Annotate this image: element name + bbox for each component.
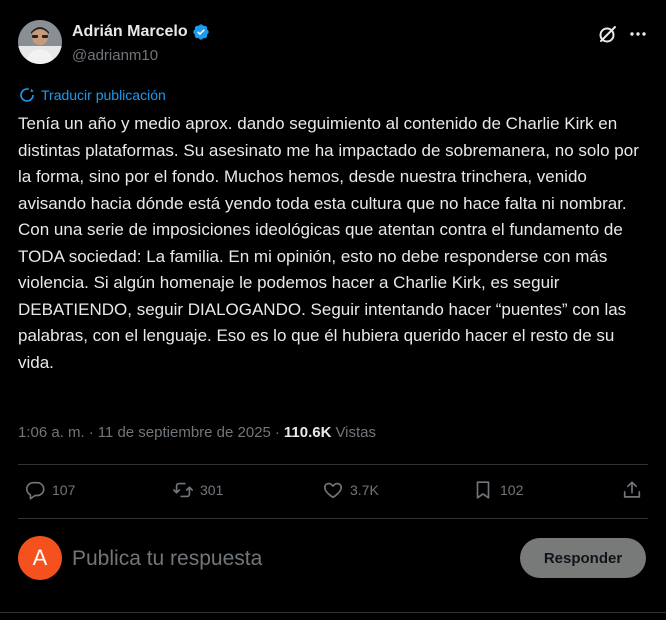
share-button[interactable] [621,479,643,501]
divider [18,464,648,465]
views-label: Vistas [335,424,377,441]
repost-button[interactable]: 301 [172,479,223,501]
author-avatar[interactable] [18,20,62,64]
reply-button[interactable]: 107 [24,479,75,501]
bookmark-icon [472,479,494,501]
author-display-name[interactable]: Adrián Marcelo [72,23,188,41]
translate-post-link[interactable]: Traducir publicación [19,87,166,103]
share-icon [621,479,643,501]
divider [18,518,648,519]
current-user-avatar[interactable]: A [18,536,62,580]
more-options-icon[interactable] [628,24,648,44]
bookmark-count: 102 [500,482,524,498]
tweet-metadata: 1:06 a. m. · 11 de septiembre de 2025 · … [18,424,376,441]
like-button[interactable]: 3.7K [322,479,379,501]
reply-icon [24,479,46,501]
reply-submit-button[interactable]: Responder [520,538,646,578]
author-name-row[interactable]: Adrián Marcelo [72,23,210,41]
grok-icon[interactable] [598,24,618,44]
translate-label[interactable]: Traducir publicación [41,87,166,103]
tweet-detail: Adrián Marcelo @adrianm10 Traducir publi… [0,0,666,620]
views-count: 110.6K [283,424,332,441]
translate-icon [19,87,35,103]
divider [0,612,666,613]
tweet-text: Tenía un año y medio aprox. dando seguim… [18,114,639,372]
reply-input[interactable] [72,544,492,574]
action-bar: 107 301 3.7K 102 [0,466,666,518]
repost-icon [172,479,194,501]
tweet-time[interactable]: 1:06 a. m. [18,424,85,441]
meta-separator: · [88,424,94,441]
bookmark-button[interactable]: 102 [472,479,523,501]
meta-separator: · [274,424,280,441]
like-count: 3.7K [350,482,379,498]
reply-count: 107 [52,482,76,498]
repost-count: 301 [200,482,224,498]
tweet-date[interactable]: 11 de septiembre de 2025 [98,424,271,441]
heart-icon [322,479,344,501]
author-handle[interactable]: @adrianm10 [72,47,158,64]
verified-badge-icon [192,23,210,41]
